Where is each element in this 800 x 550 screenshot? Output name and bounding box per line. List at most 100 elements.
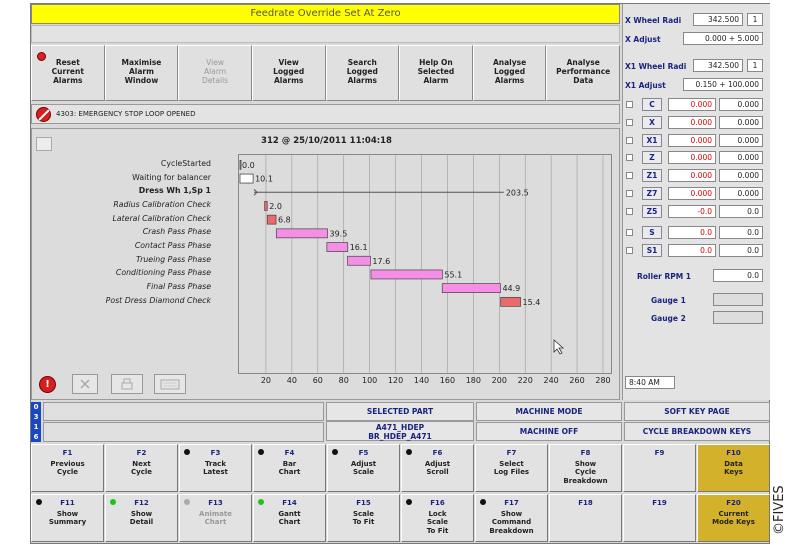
axis-name[interactable]: X1 bbox=[642, 133, 662, 147]
fkey-f8[interactable]: F8 Show Cycle Breakdown bbox=[549, 444, 622, 492]
fkey-f20[interactable]: F20 Current Mode Keys bbox=[697, 494, 770, 542]
alarm-line[interactable]: 4303: EMERGENCY STOP LOOP OPENED bbox=[31, 104, 620, 124]
x-tick-label: 20 bbox=[260, 376, 272, 385]
axis-name[interactable]: Z5 bbox=[642, 204, 662, 218]
axis-checkbox[interactable] bbox=[626, 154, 633, 162]
fkey-label: Previous Cycle bbox=[50, 459, 85, 477]
axis-checkbox[interactable] bbox=[626, 246, 633, 254]
fkey-f18[interactable]: F18 bbox=[549, 494, 622, 542]
toolbar-button-label: View Logged Alarms bbox=[273, 58, 305, 85]
chart-panel: 312 @ 25/10/2011 11:04:18 CycleStarted Wa… bbox=[31, 128, 620, 400]
toolbar-button-5[interactable]: Help On Selected Alarm bbox=[399, 45, 473, 101]
axis-name[interactable]: Z7 bbox=[642, 187, 662, 200]
axis-value-1: -0.0 bbox=[668, 204, 716, 218]
axis-checkbox[interactable] bbox=[626, 136, 633, 144]
axis-value-2: 0.000 bbox=[719, 187, 763, 200]
fkey-f17[interactable]: F17 Show Command Breakdown bbox=[475, 494, 548, 542]
alarm-text: 4303: EMERGENCY STOP LOOP OPENED bbox=[56, 110, 196, 118]
axis-checkbox[interactable] bbox=[626, 207, 633, 215]
fkey-f3[interactable]: F3 Track Latest bbox=[179, 444, 252, 492]
fkey-f19[interactable]: F19 bbox=[623, 494, 696, 542]
axis-value-2: 0.0 bbox=[719, 204, 763, 218]
page-index-digit: 1 bbox=[33, 423, 39, 431]
gantt-row-label: CycleStarted bbox=[160, 158, 211, 168]
x1-wheel-radius-value[interactable]: 342.500 bbox=[693, 59, 743, 72]
toolbar-button-0[interactable]: Reset Current Alarms bbox=[31, 45, 105, 101]
roller-rpm-label: Roller RPM 1 bbox=[637, 272, 692, 281]
fkey-f14[interactable]: F14 Gantt Chart bbox=[253, 494, 326, 542]
gantt-bar bbox=[370, 269, 443, 280]
fkey-number: F11 bbox=[60, 499, 75, 507]
axis-name[interactable]: S bbox=[642, 226, 662, 239]
gantt-row-label: Waiting for balancer bbox=[132, 172, 211, 182]
fkey-f9[interactable]: F9 bbox=[623, 444, 696, 492]
x-tick-label: 220 bbox=[517, 376, 533, 385]
gantt-value-label: 55.1 bbox=[444, 270, 462, 279]
gauge-1-value[interactable] bbox=[713, 293, 763, 306]
fkey-f16[interactable]: F16 Lock Scale To Fit bbox=[401, 494, 474, 542]
axis-value-1: 0.000 bbox=[668, 187, 716, 200]
toolbar-button-1[interactable]: Maximise Alarm Window bbox=[104, 45, 179, 101]
x-wheel-radius-value[interactable]: 342.500 bbox=[693, 13, 743, 26]
fkey-number: F17 bbox=[504, 499, 519, 507]
roller-rpm-value[interactable]: 0.0 bbox=[713, 269, 763, 282]
x-tick-label: 100 bbox=[362, 376, 378, 385]
fkey-f6[interactable]: F6 Adjust Scroll bbox=[401, 444, 474, 492]
axis-name[interactable]: S1 bbox=[642, 243, 662, 257]
stop-icon[interactable]: ! bbox=[39, 376, 56, 393]
x-tick-label: 60 bbox=[312, 376, 323, 385]
x-adjust-value[interactable]: 0.000 + 5.000 bbox=[683, 32, 763, 45]
fkey-f15[interactable]: F15 Scale To Fit bbox=[327, 494, 400, 542]
toolbar-button-3[interactable]: View Logged Alarms bbox=[251, 45, 326, 101]
axis-checkbox[interactable] bbox=[626, 190, 633, 197]
axis-name[interactable]: X bbox=[642, 115, 662, 129]
page-index[interactable]: 0 3 1 6 bbox=[31, 402, 41, 442]
close-chart-button[interactable] bbox=[72, 374, 98, 394]
fkey-f2[interactable]: F2 Next Cycle bbox=[105, 444, 178, 492]
toolbar-button-6[interactable]: Analyse Logged Alarms bbox=[472, 45, 547, 101]
fkey-label: Show Detail bbox=[129, 509, 154, 527]
axis-name[interactable]: C bbox=[642, 98, 662, 111]
toolbar-button-7[interactable]: Analyse Performance Data bbox=[546, 45, 620, 101]
axis-value-2: 0.000 bbox=[719, 169, 763, 183]
x-tick-label: 200 bbox=[491, 376, 507, 385]
x1-adjust-value[interactable]: 0.150 + 100.000 bbox=[683, 78, 763, 91]
status-blank-1 bbox=[43, 402, 324, 421]
fkey-f1[interactable]: F1 Previous Cycle bbox=[31, 444, 104, 492]
mouse-cursor-icon bbox=[553, 339, 565, 355]
axis-checkbox[interactable] bbox=[626, 172, 633, 180]
x-tick-label: 260 bbox=[569, 376, 585, 385]
fkey-f11[interactable]: F11 Show Summary bbox=[31, 494, 104, 542]
fkey-label: Animate Chart bbox=[199, 509, 232, 527]
axis-value-2: 0.000 bbox=[719, 133, 763, 147]
print-button[interactable] bbox=[111, 374, 143, 394]
x-wheel-index[interactable]: 1 bbox=[747, 13, 763, 26]
toolbar-button-4[interactable]: Search Logged Alarms bbox=[325, 45, 400, 101]
fkey-f10[interactable]: F10 Data Keys bbox=[697, 444, 770, 492]
x1-adjust-label: X1 Adjust bbox=[625, 81, 666, 90]
fkey-status-dot-icon bbox=[332, 449, 338, 455]
fkey-f12[interactable]: F12 Show Detail bbox=[105, 494, 178, 542]
axis-name[interactable]: Z bbox=[642, 151, 662, 165]
gantt-row-label: Final Pass Phase bbox=[146, 282, 211, 292]
fkey-f7[interactable]: F7 Select Log Files bbox=[475, 444, 548, 492]
toolbar-button-2[interactable]: View Alarm Details bbox=[178, 45, 252, 101]
x1-wheel-index[interactable]: 1 bbox=[747, 59, 763, 72]
axis-checkbox[interactable] bbox=[626, 118, 633, 126]
axis-value-2: 0.0 bbox=[719, 226, 763, 239]
toolbar-button-label: Help On Selected Alarm bbox=[417, 58, 455, 85]
chart-title: 312 @ 25/10/2011 11:04:18 bbox=[261, 136, 392, 146]
fkey-f4[interactable]: F4 Bar Chart bbox=[253, 444, 326, 492]
status-banner: Feedrate Override Set At Zero bbox=[31, 4, 620, 24]
keyboard-button[interactable] bbox=[154, 374, 186, 394]
gauge-2-value[interactable] bbox=[713, 311, 763, 324]
axis-checkbox[interactable] bbox=[626, 101, 633, 108]
axis-value-2: 0.000 bbox=[719, 98, 763, 111]
fkey-f13[interactable]: F13 Animate Chart bbox=[179, 494, 252, 542]
axis-name[interactable]: Z1 bbox=[642, 169, 662, 183]
fkey-number: F1 bbox=[62, 449, 73, 457]
axis-checkbox[interactable] bbox=[626, 229, 633, 236]
fkey-status-dot-icon bbox=[258, 449, 264, 455]
fkey-f5[interactable]: F5 Adjust Scale bbox=[327, 444, 400, 492]
gantt-row-label: Contact Pass Phase bbox=[134, 241, 211, 251]
